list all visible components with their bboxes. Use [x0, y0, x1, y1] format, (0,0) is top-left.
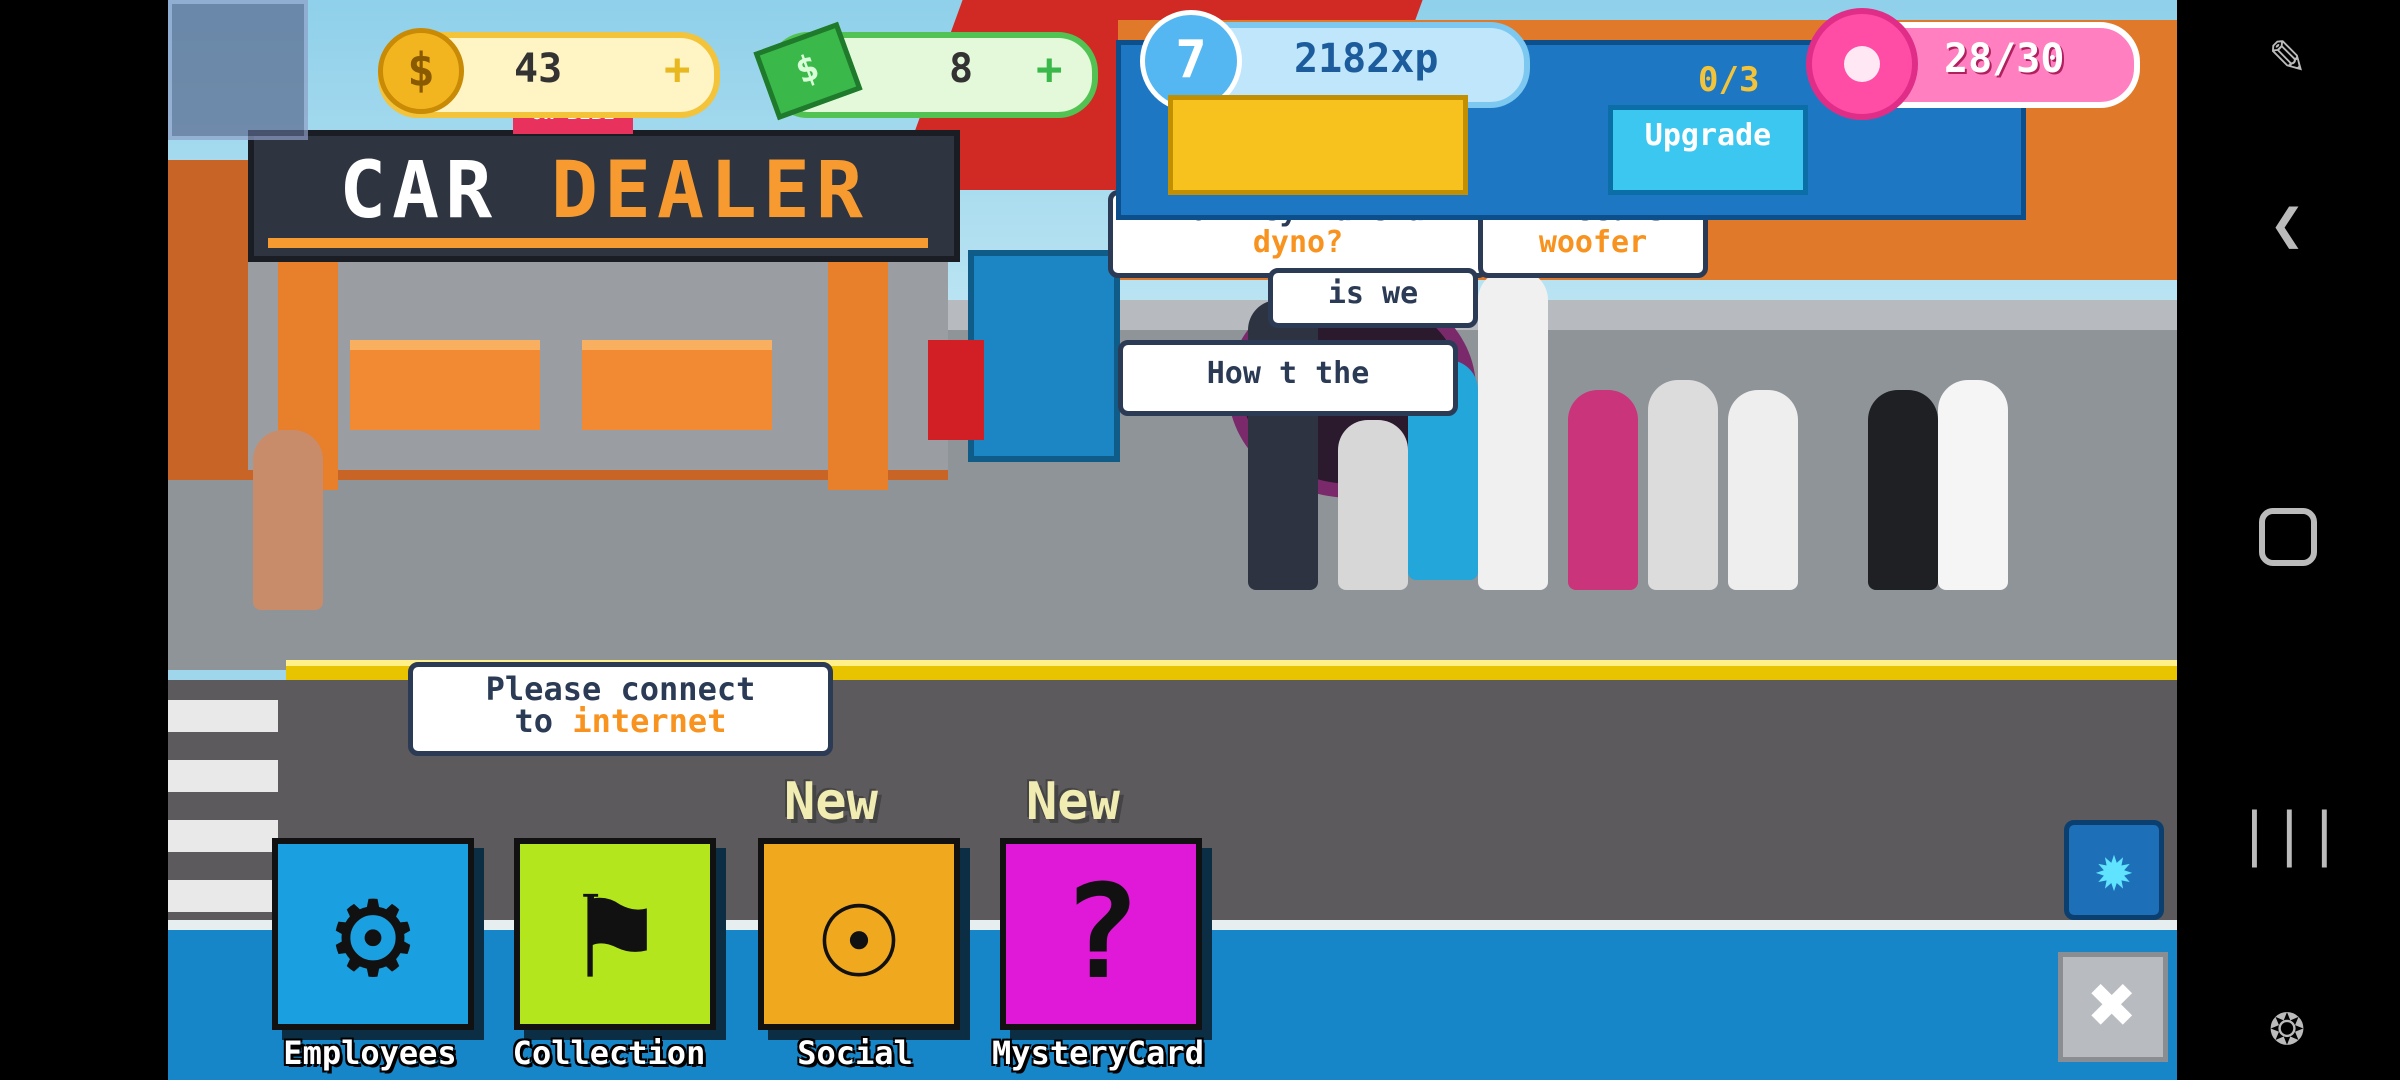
social-label: Social: [797, 1034, 913, 1072]
bubble-text-highlight: internet: [572, 702, 727, 740]
desk: [350, 340, 540, 430]
gear-icon: ✹: [2094, 832, 2134, 906]
close-button[interactable]: ✖: [2058, 952, 2168, 1062]
question-mark-icon: ?: [1061, 856, 1141, 1008]
bubble-text-highlight: woofer: [1538, 225, 1648, 260]
collection-label: Collection: [512, 1034, 706, 1072]
bubble-text-highlight: dyno?: [1252, 225, 1344, 260]
salesman-character[interactable]: [253, 430, 323, 610]
customer[interactable]: [1478, 270, 1548, 590]
bubble-text: Please connect: [485, 670, 756, 708]
coins-value: 43: [514, 46, 563, 92]
mailbox: [928, 340, 984, 440]
coin-icon: $: [378, 28, 464, 114]
pillar: [828, 260, 888, 490]
social-button[interactable]: ☉: [758, 838, 960, 1030]
mystery-new-badge: New: [1026, 772, 1120, 832]
mystery-card-label: MysteryCard: [992, 1034, 1204, 1072]
globe-icon: ☉: [819, 856, 899, 1008]
desk: [582, 340, 772, 430]
system-nav-bar: ✎ ❮ ||| ❂: [2177, 0, 2400, 1080]
car-icon: ⚑: [575, 856, 655, 1008]
close-icon: ✖: [2088, 958, 2138, 1051]
controller-icon[interactable]: ❂: [2237, 990, 2337, 1058]
employee-icon: ⚙: [333, 856, 413, 1008]
customer[interactable]: [1338, 420, 1408, 590]
internet-warning-bubble[interactable]: Please connect to internet: [408, 662, 833, 756]
customer[interactable]: [1648, 380, 1718, 590]
add-cash-button[interactable]: +: [1036, 44, 1063, 95]
upgrade-button[interactable]: Upgrade: [1608, 105, 1808, 195]
cash-value: 8: [949, 46, 974, 92]
home-icon[interactable]: [2259, 508, 2317, 566]
employees-button[interactable]: ⚙: [272, 838, 474, 1030]
collection-button[interactable]: ⚑: [514, 838, 716, 1030]
employees-label: Employees: [283, 1034, 457, 1072]
game-tools-icon[interactable]: ✎: [2237, 20, 2337, 88]
sign-word-dealer: DEALER: [551, 146, 869, 236]
add-coins-button[interactable]: +: [664, 44, 691, 95]
donut-value: 28/30: [1944, 36, 2065, 82]
back-icon[interactable]: ❮: [2237, 190, 2337, 258]
customer[interactable]: [1568, 390, 1638, 590]
customer[interactable]: [1868, 390, 1938, 590]
xp-value: 2182xp: [1294, 36, 1439, 82]
game-viewport[interactable]: CAR DEALER Oh BIBI Do they have a dyno? …: [168, 0, 2177, 1080]
social-new-badge: New: [784, 772, 878, 832]
seats-counter: 0/3: [1698, 60, 1760, 100]
reward-panel: [1168, 95, 1468, 195]
bubble-text: to: [514, 702, 573, 740]
recents-icon[interactable]: |||: [2237, 800, 2342, 868]
sign-word-car: CAR: [339, 146, 499, 236]
customer[interactable]: [1938, 380, 2008, 590]
sign-underline: [268, 238, 928, 248]
customer[interactable]: [1728, 390, 1798, 590]
donut-icon: [1806, 8, 1918, 120]
vending-machine: [968, 250, 1120, 462]
player-avatar[interactable]: [168, 0, 308, 140]
speech-bubble: How t the: [1118, 340, 1458, 416]
mystery-card-button[interactable]: ?: [1000, 838, 1202, 1030]
speech-bubble: is we: [1268, 268, 1478, 328]
settings-button[interactable]: ✹: [2064, 820, 2164, 920]
